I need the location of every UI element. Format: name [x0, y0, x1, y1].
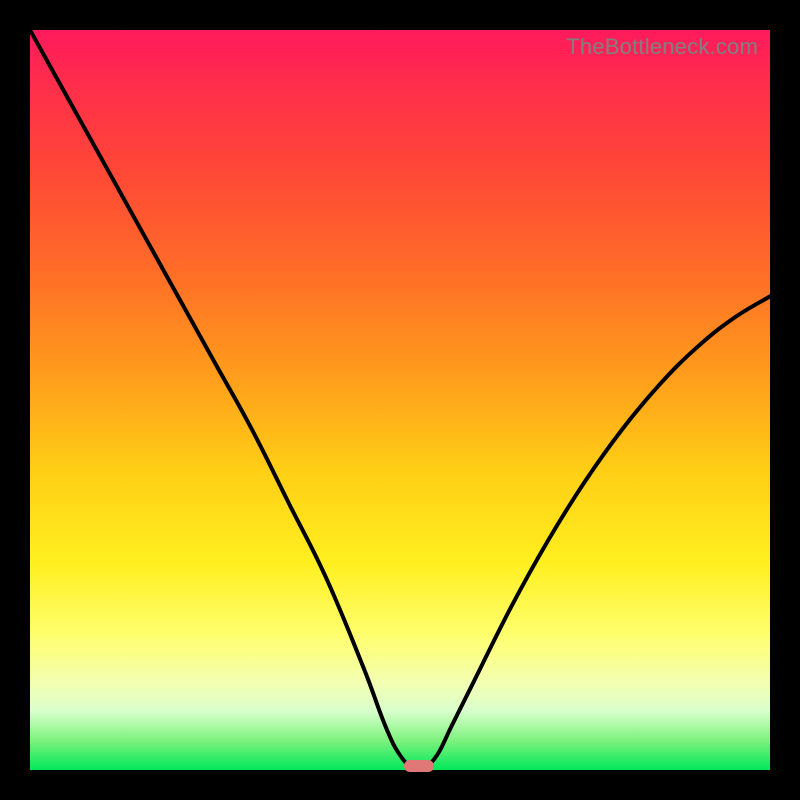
- chart-frame: TheBottleneck.com: [0, 0, 800, 800]
- curve-path: [30, 30, 770, 772]
- optimum-marker: [404, 760, 434, 772]
- bottleneck-curve: [30, 30, 770, 770]
- plot-area: TheBottleneck.com: [30, 30, 770, 770]
